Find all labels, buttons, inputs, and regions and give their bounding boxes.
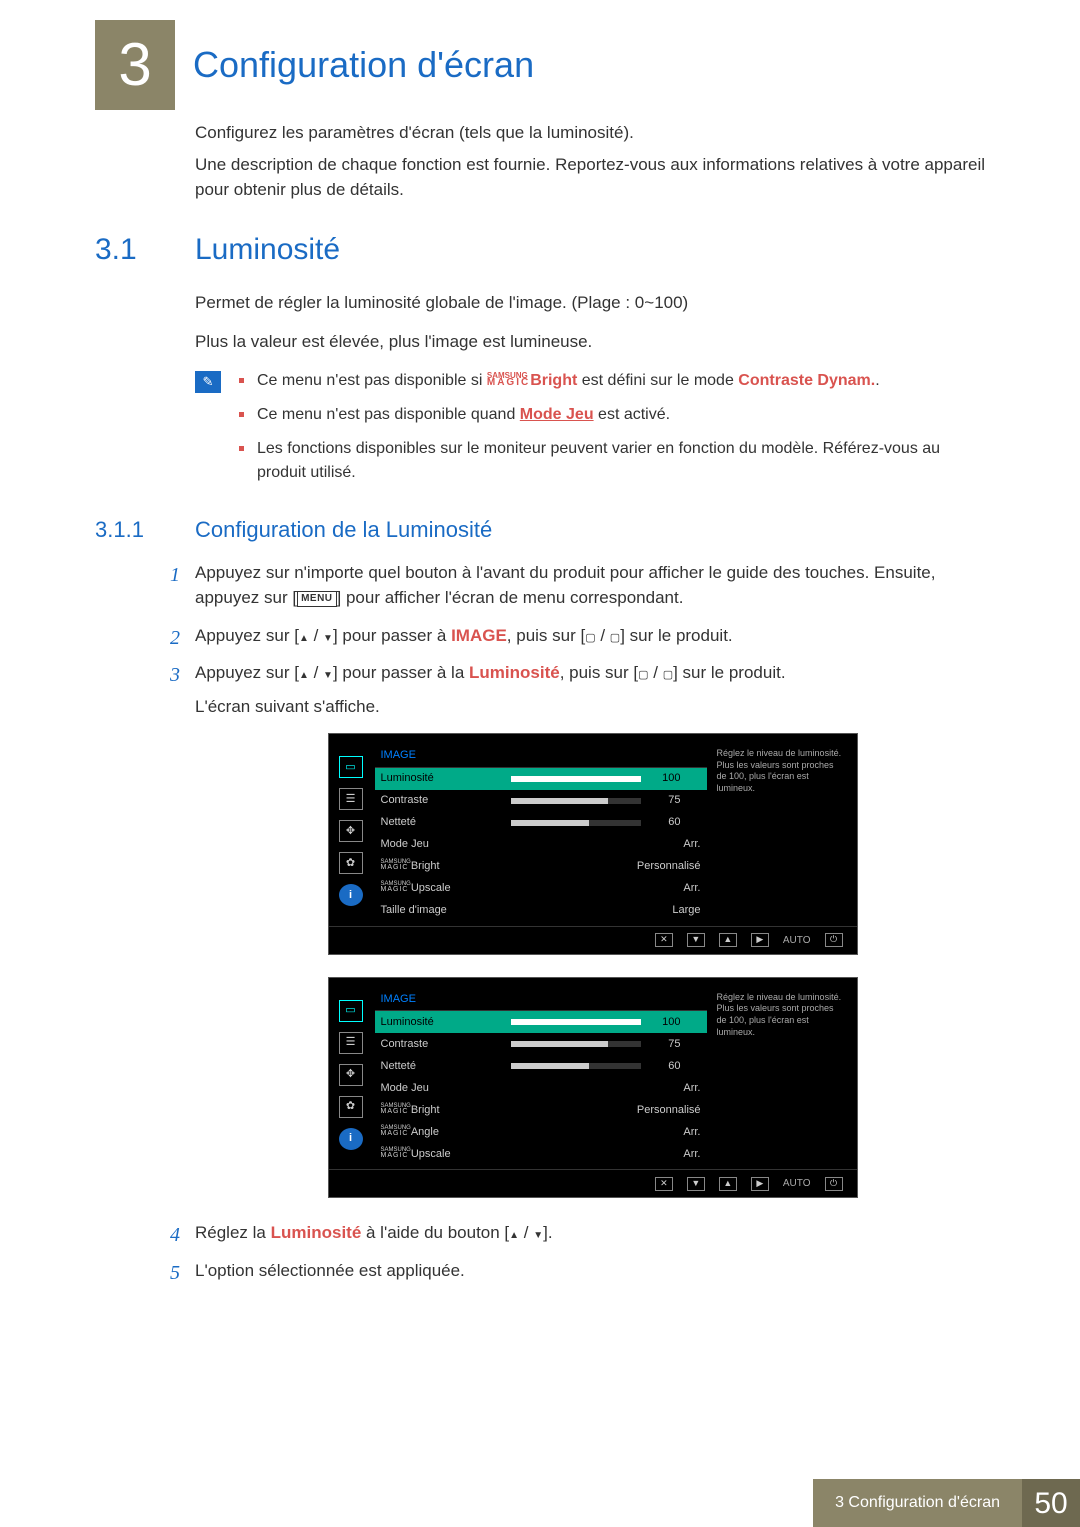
osd-right-icon: ▶ bbox=[751, 933, 769, 947]
step-item: 1 Appuyez sur n'importe quel bouton à l'… bbox=[170, 560, 990, 611]
osd-auto-label: AUTO bbox=[783, 1176, 811, 1191]
osd-icon-column: ▭ ☰ ✥ ✿ i bbox=[339, 744, 375, 922]
chapter-title: Configuration d'écran bbox=[193, 38, 534, 92]
osd-image-icon: ▭ bbox=[339, 756, 363, 778]
osd-row: Mode JeuArr. bbox=[375, 1077, 707, 1099]
note-list: Ce menu n'est pas disponible si SAMSUNGM… bbox=[239, 369, 990, 495]
osd-row: SAMSUNGMAGICBrightPersonnalisé bbox=[375, 856, 707, 878]
step-item: 2 Appuyez sur [ / ] pour passer à IMAGE,… bbox=[170, 623, 990, 649]
osd-auto-label: AUTO bbox=[783, 933, 811, 948]
section-number: 3.1 bbox=[95, 227, 195, 272]
section-p1: Permet de régler la luminosité globale d… bbox=[195, 290, 990, 316]
osd-down-icon: ▼ bbox=[687, 933, 705, 947]
subsection-number: 3.1.1 bbox=[95, 513, 195, 546]
osd-up-icon: ▲ bbox=[719, 933, 737, 947]
osd-row: SAMSUNGMAGICAngleArr. bbox=[375, 1121, 707, 1143]
osd-row: SAMSUNGMAGICUpscaleArr. bbox=[375, 1143, 707, 1165]
note-item: Les fonctions disponibles sur le moniteu… bbox=[239, 437, 990, 485]
note-box: Ce menu n'est pas disponible si SAMSUNGM… bbox=[195, 369, 990, 495]
osd-down-icon: ▼ bbox=[687, 1177, 705, 1191]
note-item: Ce menu n'est pas disponible si SAMSUNGM… bbox=[239, 369, 990, 393]
intro-text: Configurez les paramètres d'écran (tels … bbox=[195, 120, 990, 203]
osd-color-icon: ☰ bbox=[339, 1032, 363, 1054]
note-icon bbox=[195, 371, 221, 393]
subsection-title: Configuration de la Luminosité bbox=[195, 513, 492, 546]
osd-close-icon: ✕ bbox=[655, 1177, 673, 1191]
section-p2: Plus la valeur est élevée, plus l'image … bbox=[195, 329, 990, 355]
arrow-up-icon bbox=[299, 663, 309, 682]
osd-info-icon: i bbox=[339, 1128, 363, 1150]
osd-screenshot-1: ▭ ☰ ✥ ✿ i IMAGE Luminosité100Contraste75… bbox=[328, 733, 858, 955]
steps-list: 1 Appuyez sur n'importe quel bouton à l'… bbox=[170, 560, 990, 1284]
osd-row: Netteté60 bbox=[375, 1055, 707, 1077]
enter-icon bbox=[638, 663, 648, 682]
arrow-down-icon bbox=[323, 663, 333, 682]
page-footer: 3 Configuration d'écran 50 bbox=[0, 1479, 1080, 1527]
step-item: 3 Appuyez sur [ / ] pour passer à la Lum… bbox=[170, 660, 990, 1198]
osd-icon-column: ▭ ☰ ✥ ✿ i bbox=[339, 988, 375, 1166]
osd-row: Mode JeuArr. bbox=[375, 834, 707, 856]
enter-icon bbox=[585, 626, 595, 645]
section-heading: 3.1 Luminosité bbox=[95, 227, 990, 272]
page-content: 3 Configuration d'écran Configurez les p… bbox=[0, 0, 1080, 1283]
osd-up-icon: ▲ bbox=[719, 1177, 737, 1191]
arrow-up-icon bbox=[509, 1223, 519, 1242]
osd-footer: ✕ ▼ ▲ ▶ AUTO ⏻ bbox=[329, 926, 857, 954]
footer-page-number: 50 bbox=[1022, 1479, 1080, 1527]
enter-icon bbox=[663, 663, 673, 682]
chapter-number: 3 bbox=[95, 20, 175, 110]
osd-power-icon: ⏻ bbox=[825, 933, 843, 947]
osd-screenshot-2: ▭ ☰ ✥ ✿ i IMAGE Luminosité100Contraste75… bbox=[328, 977, 858, 1199]
footer-chapter-label: 3 Configuration d'écran bbox=[813, 1479, 1022, 1527]
osd-right-icon: ▶ bbox=[751, 1177, 769, 1191]
intro-p1: Configurez les paramètres d'écran (tels … bbox=[195, 120, 990, 146]
note-item: Ce menu n'est pas disponible quand Mode … bbox=[239, 403, 990, 427]
osd-help-text: Réglez le niveau de luminosité. Plus les… bbox=[707, 988, 847, 1166]
osd-setup-icon: ✿ bbox=[339, 1096, 363, 1118]
osd-image-icon: ▭ bbox=[339, 1000, 363, 1022]
intro-p2: Une description de chaque fonction est f… bbox=[195, 152, 990, 203]
arrow-down-icon bbox=[533, 1223, 543, 1242]
section-title: Luminosité bbox=[195, 227, 340, 272]
enter-icon bbox=[610, 626, 620, 645]
osd-color-icon: ☰ bbox=[339, 788, 363, 810]
osd-menu-title: IMAGE bbox=[375, 744, 707, 768]
step-item: 4 Réglez la Luminosité à l'aide du bouto… bbox=[170, 1220, 990, 1246]
osd-row: Luminosité100 bbox=[375, 1011, 707, 1033]
chapter-header: 3 Configuration d'écran bbox=[95, 20, 990, 110]
osd-row: Contraste75 bbox=[375, 1033, 707, 1055]
osd-menu-title: IMAGE bbox=[375, 988, 707, 1012]
osd-size-icon: ✥ bbox=[339, 820, 363, 842]
arrow-up-icon bbox=[299, 626, 309, 645]
osd-row: SAMSUNGMAGICBrightPersonnalisé bbox=[375, 1099, 707, 1121]
osd-row: Contraste75 bbox=[375, 790, 707, 812]
menu-button-icon: MENU bbox=[297, 591, 336, 607]
osd-setup-icon: ✿ bbox=[339, 852, 363, 874]
osd-info-icon: i bbox=[339, 884, 363, 906]
step-item: 5 L'option sélectionnée est appliquée. bbox=[170, 1258, 990, 1284]
subsection-heading: 3.1.1 Configuration de la Luminosité bbox=[95, 513, 990, 546]
osd-size-icon: ✥ bbox=[339, 1064, 363, 1086]
osd-row: Luminosité100 bbox=[375, 768, 707, 790]
osd-footer: ✕ ▼ ▲ ▶ AUTO ⏻ bbox=[329, 1169, 857, 1197]
osd-help-text: Réglez le niveau de luminosité. Plus les… bbox=[707, 744, 847, 922]
osd-close-icon: ✕ bbox=[655, 933, 673, 947]
samsung-magic-label: SAMSUNGMAGIC bbox=[487, 372, 530, 386]
osd-power-icon: ⏻ bbox=[825, 1177, 843, 1191]
osd-row: SAMSUNGMAGICUpscaleArr. bbox=[375, 878, 707, 900]
osd-row: Netteté60 bbox=[375, 812, 707, 834]
arrow-down-icon bbox=[323, 626, 333, 645]
osd-row: Taille d'imageLarge bbox=[375, 900, 707, 922]
section-body: Permet de régler la luminosité globale d… bbox=[195, 290, 990, 355]
